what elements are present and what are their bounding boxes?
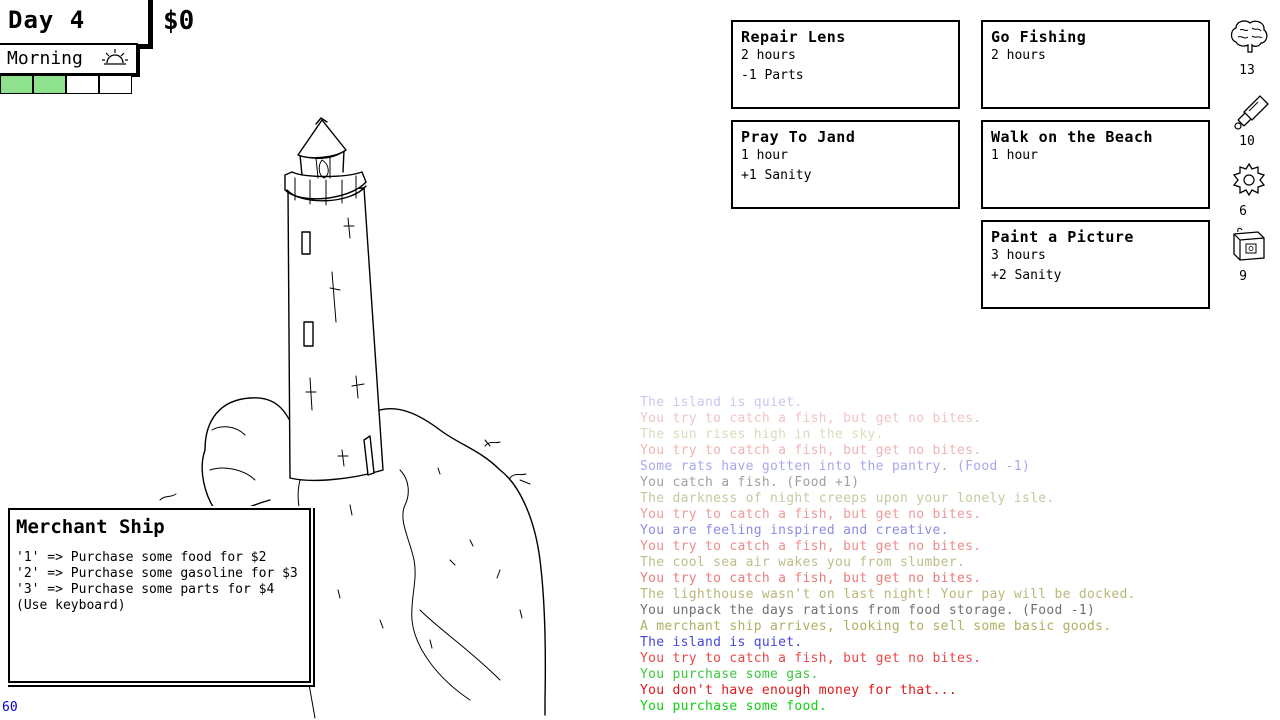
action-title: Walk on the Beach [991,128,1154,146]
log-entry: You try to catch a fish, but get no bite… [640,443,982,458]
action-duration: 2 hours [991,48,1046,63]
time-segment [0,75,33,94]
log-entry: You are feeling inspired and creative. [640,523,949,538]
action-card-walk-beach[interactable]: Walk on the Beach 1 hour [981,120,1210,209]
log-entry: You try to catch a fish, but get no bite… [640,651,982,666]
brain-icon [1230,20,1268,53]
merchant-hint: (Use keyboard) [16,598,126,613]
log-entry: The island is quiet. [640,395,803,410]
action-card-go-fishing[interactable]: Go Fishing 2 hours [981,20,1210,109]
action-card-pray[interactable]: Pray To Jand 1 hour +1 Sanity [731,120,960,209]
log-entry: You try to catch a fish, but get no bite… [640,539,982,554]
fps-counter: 60 [2,700,18,715]
merchant-title: Merchant Ship [16,516,165,538]
time-segment [66,75,99,94]
action-title: Paint a Picture [991,228,1134,246]
merchant-option-food: '1' => Purchase some food for $2 [16,550,267,565]
action-duration: 1 hour [991,148,1038,163]
log-entry: You try to catch a fish, but get no bite… [640,571,982,586]
gear-part-icon [1232,162,1266,197]
log-entry: You try to catch a fish, but get no bite… [640,411,982,426]
gasoline-count: 10 [1239,134,1255,149]
action-title: Pray To Jand [741,128,856,146]
log-entry: You don't have enough money for that... [640,683,957,698]
time-segment [33,75,66,94]
action-duration: 1 hour [741,148,788,163]
action-card-repair-lens[interactable]: Repair Lens 2 hours -1 Parts [731,20,960,109]
merchant-ship-dialog: Merchant Ship '1' => Purchase some food … [8,508,311,683]
log-entry: You unpack the days rations from food st… [640,603,1096,618]
action-duration: 2 hours [741,48,796,63]
action-effect: -1 Parts [741,68,804,83]
food-can-icon [1233,227,1265,261]
parts-count: 6 [1239,204,1247,219]
action-effect: +1 Sanity [741,168,812,183]
log-entry: You catch a fish. (Food +1) [640,475,860,490]
log-entry: You purchase some food. [640,699,827,714]
sanity-count: 13 [1239,63,1255,78]
log-entry: The sun rises high in the sky. [640,427,884,442]
log-entry: You try to catch a fish, but get no bite… [640,507,982,522]
log-entry: You purchase some gas. [640,667,819,682]
log-entry: The lighthouse wasn't on last night! You… [640,587,1136,602]
event-log: The island is quiet. You try to catch a f… [640,395,1136,715]
action-duration: 3 hours [991,248,1046,263]
log-entry: Some rats have gotten into the pantry. (… [640,459,1031,474]
log-entry: The cool sea air wakes you from slumber. [640,555,966,570]
action-effect: +2 Sanity [991,268,1062,283]
log-entry: A merchant ship arrives, looking to sell… [640,619,1112,634]
time-of-day-label: Morning [7,48,83,69]
log-entry: The island is quiet. [640,635,803,650]
money-label: $0 [163,6,195,36]
merchant-option-parts: '3' => Purchase some parts for $4 [16,582,275,597]
action-card-paint-picture[interactable]: Paint a Picture 3 hours +2 Sanity [981,220,1210,309]
action-title: Go Fishing [991,28,1087,46]
day-label: Day 4 [8,6,86,34]
food-count: 9 [1239,269,1247,284]
gas-bottle-icon [1234,95,1269,130]
time-segment [99,75,132,94]
sun-rising-icon [102,49,128,65]
log-entry: The darkness of night creeps upon your l… [640,491,1055,506]
merchant-option-gasoline: '2' => Purchase some gasoline for $3 [16,566,298,581]
action-title: Repair Lens [741,28,846,46]
